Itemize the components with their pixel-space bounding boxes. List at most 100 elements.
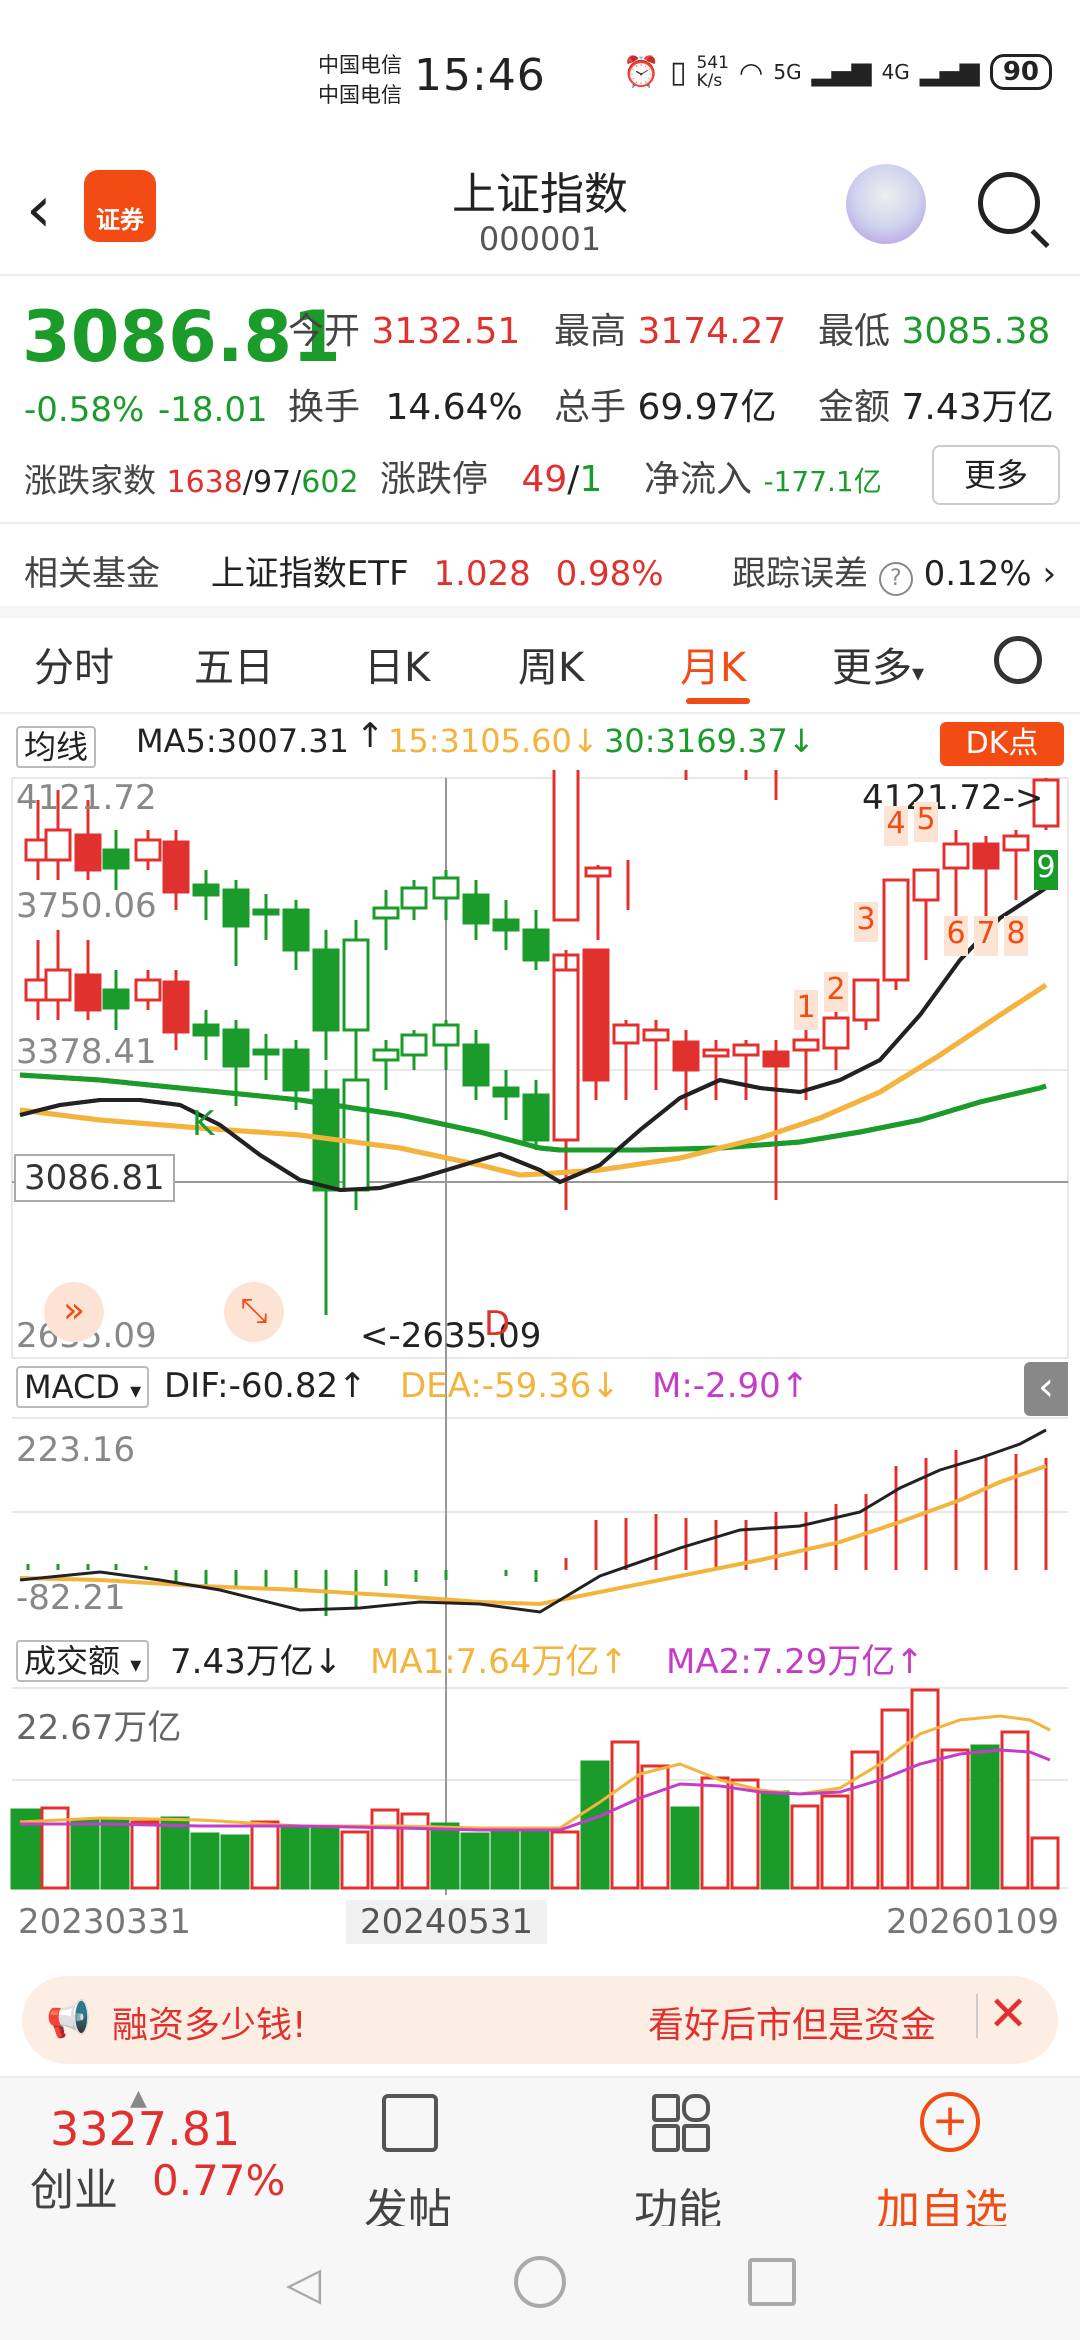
volume-ma1: MA1:7.64万亿↑ <box>370 1642 628 1682</box>
change-value: -18.01 <box>158 390 268 430</box>
search-icon[interactable] <box>978 172 1040 234</box>
inflow-label: 净流入 <box>644 459 753 500</box>
date-start: 20230331 <box>18 1902 192 1942</box>
volume-bar <box>880 1708 910 1890</box>
candle <box>102 970 130 1030</box>
news-banner[interactable]: 📢 融资多少钱! 看好后市但是资金 ✕ <box>22 1976 1058 2064</box>
volume-bar <box>580 1760 610 1890</box>
candle <box>612 1020 640 1100</box>
candle <box>372 1040 400 1090</box>
candle <box>762 1040 790 1200</box>
candle <box>642 1020 670 1090</box>
collapse-panel-icon[interactable]: ‹ <box>1024 1362 1068 1416</box>
signal-9: 9 <box>1034 850 1058 890</box>
tab-weekly[interactable]: 周K <box>518 635 584 693</box>
ticker-pct[interactable]: 0.77% <box>152 2156 285 2205</box>
macd-dea: DEA:-59.36↓ <box>400 1366 620 1406</box>
volume-bar <box>640 1764 670 1890</box>
low-label: 最低 <box>818 311 891 352</box>
edit-icon[interactable] <box>382 2094 438 2152</box>
tab-more[interactable]: 更多▾ <box>832 635 924 693</box>
volume-bar <box>760 1790 790 1890</box>
inflow-value: -177.1亿 <box>763 465 882 498</box>
turnover-label: 换手 <box>288 387 361 428</box>
header: 上证指数 000001 ‹ 证券 <box>0 150 1080 275</box>
chevron-right-icon: › <box>1042 554 1057 594</box>
date-end: 20260109 <box>886 1902 1060 1942</box>
signal-7: 7 <box>974 916 998 956</box>
change-pct: -0.58% <box>24 390 145 430</box>
candle <box>1002 830 1030 900</box>
volume-bar <box>340 1830 370 1890</box>
volume-bar <box>700 1776 730 1890</box>
ticker-name[interactable]: 创业 <box>30 2154 118 2218</box>
limit-down: 1 <box>579 459 603 500</box>
banner-left-text: 融资多少钱! <box>112 2005 307 2046</box>
volume-label: 总手 <box>554 387 627 428</box>
candle <box>822 1010 850 1070</box>
status-icons: ⏰ ▯ 541 K/s ◠ 5G ▂▄▆ 4G ▂▄▆ 90 <box>623 54 1052 90</box>
carrier-2: 中国电信 <box>318 83 402 107</box>
candle <box>882 878 910 990</box>
signal-4: 4 <box>884 806 908 846</box>
expand-left-icon[interactable]: » <box>44 1282 104 1342</box>
app-logo[interactable]: 证券 <box>84 170 156 242</box>
macd-dif: DIF:-60.82↑ <box>164 1366 367 1406</box>
fund-name: 上证指数ETF <box>210 554 409 594</box>
tab-daily[interactable]: 日K <box>364 635 430 693</box>
tab-five-day[interactable]: 五日 <box>194 635 274 693</box>
candle <box>732 1040 760 1100</box>
system-nav-bar: ◁ <box>0 2226 1080 2340</box>
clock: 15:46 <box>414 50 546 101</box>
candle <box>462 1030 490 1100</box>
signal-5: 5 <box>914 802 938 842</box>
breadth-up: 1638 <box>166 465 243 500</box>
back-arrow-icon[interactable]: ‹ <box>26 178 52 242</box>
signal-8: 8 <box>1004 916 1028 956</box>
breadth-label: 涨跌家数 <box>24 461 156 500</box>
tab-intraday[interactable]: 分时 <box>34 635 114 693</box>
home-circle-icon[interactable] <box>514 2256 566 2308</box>
divider <box>0 522 1080 524</box>
banner-divider <box>976 1994 978 2038</box>
candle <box>942 830 970 930</box>
macd-select[interactable]: MACD ▾ <box>16 1366 150 1408</box>
dk-point-button[interactable]: DK点 <box>940 722 1064 766</box>
back-triangle-icon[interactable]: ◁ <box>286 2256 321 2310</box>
volume-bar <box>670 1806 700 1890</box>
volume-bar <box>220 1834 250 1890</box>
fund-label: 相关基金 <box>24 554 160 594</box>
tab-monthly[interactable]: 月K <box>680 635 746 693</box>
date-crosshair: 20240531 <box>346 1900 548 1944</box>
fullscreen-icon[interactable]: ⤡ <box>224 1282 284 1342</box>
more-button[interactable]: 更多 <box>932 445 1060 505</box>
ticker-price[interactable]: 3327.81 <box>50 2102 240 2156</box>
recents-square-icon[interactable] <box>748 2258 796 2306</box>
gear-icon[interactable] <box>994 636 1042 684</box>
high-label: 最高 <box>554 311 627 352</box>
add-icon[interactable]: + <box>920 2092 980 2152</box>
k-signal: K <box>192 1104 215 1144</box>
candle <box>74 940 102 1020</box>
open-value: 3132.51 <box>371 311 521 352</box>
signal-3: 3 <box>854 902 878 942</box>
volume-bar <box>100 1818 130 1890</box>
close-icon[interactable]: ✕ <box>988 1986 1028 2042</box>
grid-icon[interactable] <box>652 2094 710 2152</box>
ma-type-select[interactable]: 均线 <box>16 722 97 768</box>
help-icon[interactable]: ? <box>878 562 913 596</box>
open-label: 今开 <box>288 311 361 352</box>
volume-bar <box>970 1744 1000 1890</box>
section-gap <box>0 606 1080 618</box>
volume-bar <box>430 1822 460 1890</box>
macd-m: M:-2.90↑ <box>652 1366 810 1406</box>
volume-bar <box>550 1830 580 1890</box>
megaphone-icon: 📢 <box>46 1999 91 2040</box>
assistant-avatar[interactable] <box>846 164 926 244</box>
limit-label: 涨跌停 <box>380 459 489 500</box>
high-value: 3174.27 <box>637 311 787 352</box>
macd-top: 223.16 <box>16 1430 135 1470</box>
status-bar: 中国电信 中国电信 15:46 ⏰ ▯ 541 K/s ◠ 5G ▂▄▆ 4G … <box>0 0 1080 150</box>
volume-select[interactable]: 成交额 ▾ <box>16 1636 150 1682</box>
fund-pct: 0.98% <box>555 554 664 594</box>
